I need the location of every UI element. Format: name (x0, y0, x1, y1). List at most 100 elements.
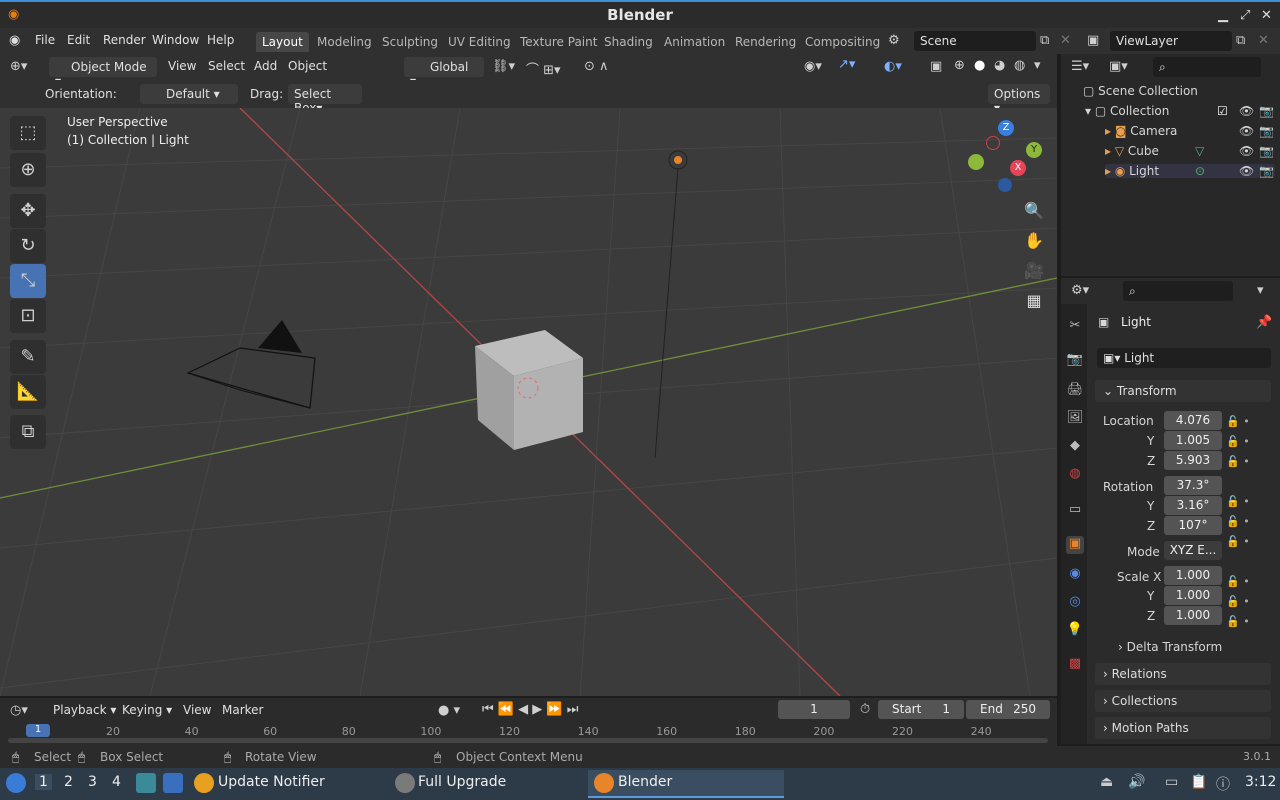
outliner-item-light[interactable]: ▸ ◉ Light ⊙ 👁 📷 (1105, 164, 1275, 178)
snap-icon[interactable]: ⌒ ⊞▾ (526, 59, 561, 78)
gizmo-neg-y[interactable] (968, 154, 984, 170)
motion-paths-panel[interactable]: › Motion Paths (1095, 717, 1271, 739)
options-button[interactable]: Options ▾ (988, 84, 1050, 115)
update-notifier-icon[interactable] (194, 773, 214, 793)
scale-z-field[interactable]: 1.000 (1164, 606, 1222, 625)
menu-file[interactable]: File (35, 33, 55, 47)
scene-collection-row[interactable]: ▢ Scene Collection (1083, 84, 1198, 98)
pin-icon[interactable]: 📌 (1256, 315, 1272, 330)
start-frame-field[interactable]: Start 1 (878, 700, 964, 719)
constraint-tab-icon[interactable]: ◎ (1066, 594, 1084, 612)
gizmo-neg-x[interactable] (986, 136, 1000, 150)
rotation-z-field[interactable]: 107° (1164, 516, 1222, 535)
desktop-3[interactable]: 3 (88, 774, 97, 790)
properties-type-icon[interactable]: ⚙▾ (1071, 283, 1089, 298)
drag-select[interactable]: Select Box▾ (288, 84, 362, 115)
tab-uv-editing[interactable]: UV Editing (442, 32, 517, 52)
tab-shading[interactable]: Shading (598, 32, 659, 52)
close-icon[interactable]: ✕ (1261, 8, 1272, 23)
timeline-view-menu[interactable]: View (183, 703, 211, 717)
scale-x-field[interactable]: 1.000 (1164, 566, 1222, 585)
outliner-item-camera[interactable]: ▸ ◙ Camera 👁 📷 (1105, 124, 1275, 138)
playback-controls-icon[interactable]: ⏮ ⏪ ◀ ▶ ⏩ ⏭ (482, 702, 578, 717)
collection-row[interactable]: ▾ ▢ Collection ☑ 👁 📷 (1085, 104, 1275, 118)
start-menu-icon[interactable] (6, 773, 26, 793)
tab-compositing[interactable]: Compositing (799, 32, 886, 52)
output-tab-icon[interactable]: 🖨 (1066, 382, 1084, 400)
current-frame-field[interactable]: 1 (778, 700, 850, 719)
perspective-toggle-icon[interactable]: ▦ (1019, 286, 1049, 316)
eye-icon[interactable]: 👁 (1239, 144, 1254, 158)
lock-column[interactable]: 🔓 • 🔓 • 🔓 • 🔓 • 🔓 • 🔓 • 🔓 • 🔓 • 🔓 • (1226, 412, 1266, 628)
collections-panel[interactable]: › Collections (1095, 690, 1271, 712)
shading-material-icon[interactable]: ◕ (994, 58, 1005, 73)
file-manager-icon[interactable] (136, 773, 156, 793)
measure-tool-icon[interactable]: 📐 (10, 375, 46, 409)
marker-menu[interactable]: Marker (222, 703, 263, 717)
full-upgrade-icon[interactable] (395, 773, 415, 793)
object-name-field[interactable]: ▣▾ Light (1097, 348, 1271, 368)
object-tab-icon[interactable]: ▣ (1066, 536, 1084, 554)
scale-y-field[interactable]: 1.000 (1164, 586, 1222, 605)
shading-rendered-icon[interactable]: ◍ (1014, 58, 1025, 73)
properties-options-icon[interactable]: ▾ (1257, 283, 1264, 298)
scene-tab-icon[interactable]: ◆ (1066, 438, 1084, 456)
timeline-type-icon[interactable]: ◷▾ (10, 703, 28, 718)
delete-view-layer-icon[interactable]: ✕ (1258, 33, 1269, 48)
record-icon[interactable]: ● ▾ (438, 703, 460, 718)
frame-ruler[interactable]: 20 40 60 80 100 120 140 160 180 200 220 240 (0, 725, 1057, 739)
eye-icon[interactable]: 👁 (1239, 124, 1254, 138)
desktop-icon[interactable] (163, 773, 183, 793)
scene-icon[interactable]: ⚙ (888, 33, 900, 48)
menu-help[interactable]: Help (207, 33, 234, 47)
annotate-tool-icon[interactable]: ✎ (10, 340, 46, 374)
proportional-edit-icon[interactable]: ⊙ ∧ (584, 59, 609, 74)
tab-animation[interactable]: Animation (658, 32, 731, 52)
shading-wireframe-icon[interactable]: ⊕ (954, 58, 965, 73)
menu-render[interactable]: Render (103, 33, 146, 47)
new-view-layer-icon[interactable]: ⧉ (1236, 33, 1245, 48)
shading-options-icon[interactable]: ▾ (1034, 58, 1041, 73)
gizmo-y[interactable]: Y (1026, 142, 1042, 158)
zoom-icon[interactable]: 🔍 (1019, 196, 1049, 226)
transform-panel-header[interactable]: ⌄ Transform (1095, 380, 1271, 402)
keying-menu[interactable]: Keying ▾ (122, 703, 172, 717)
desktop-2[interactable]: 2 (64, 774, 73, 790)
new-scene-icon[interactable]: ⧉ (1040, 33, 1049, 48)
visibility-icon[interactable]: ◉▾ (804, 59, 822, 74)
eye-icon[interactable]: 👁 (1239, 164, 1254, 178)
menu-edit[interactable]: Edit (67, 33, 90, 47)
taskbar-update-notifier[interactable]: Update Notifier (218, 774, 325, 790)
tab-rendering[interactable]: Rendering (729, 32, 802, 52)
desktop-1[interactable]: 1 (35, 774, 52, 790)
collection-tab-icon[interactable]: ▭ (1066, 502, 1084, 520)
tab-texture-paint[interactable]: Texture Paint (514, 32, 603, 52)
delta-transform-panel[interactable]: › Delta Transform (1118, 640, 1222, 654)
rotate-tool-icon[interactable]: ↻ (10, 229, 46, 263)
timeline-scrollbar[interactable] (8, 738, 1048, 743)
view-layer-field[interactable]: ViewLayer (1110, 31, 1232, 51)
blender-menu-icon[interactable]: ◉ (9, 33, 20, 48)
tab-layout[interactable]: Layout (256, 32, 309, 52)
gizmo-toggle-icon[interactable]: ↗▾ (838, 57, 855, 72)
cursor-tool-icon[interactable]: ⊕ (10, 153, 46, 187)
3d-viewport[interactable]: User Perspective (1) Collection | Light … (0, 108, 1057, 696)
mode-select[interactable]: Object Mode ▾ (49, 57, 157, 88)
menu-add[interactable]: Add (254, 59, 277, 73)
render-camera-icon[interactable]: 📷 (1259, 124, 1274, 138)
view-layer-icon[interactable]: ▣ (1087, 33, 1099, 48)
pivot-icon[interactable]: ⛓▾ (492, 59, 515, 74)
menu-view[interactable]: View (168, 59, 196, 73)
maximize-icon[interactable]: ⤢ (1240, 8, 1250, 23)
transform-tool-icon[interactable]: ⊡ (10, 299, 46, 333)
expand-icon[interactable]: ▾ ▢ (1085, 104, 1110, 118)
location-x-field[interactable]: 4.076 (1164, 411, 1222, 430)
tab-sculpting[interactable]: Sculpting (376, 32, 444, 52)
overlay-toggle-icon[interactable]: ◐▾ (884, 59, 902, 74)
pan-hand-icon[interactable]: ✋ (1019, 226, 1049, 256)
menu-object[interactable]: Object (288, 59, 327, 73)
menu-select[interactable]: Select (208, 59, 245, 73)
stopwatch-icon[interactable]: ⏱ (860, 702, 870, 717)
display-mode-icon[interactable]: ▣▾ (1109, 59, 1128, 74)
scene-field[interactable]: Scene (914, 31, 1036, 51)
